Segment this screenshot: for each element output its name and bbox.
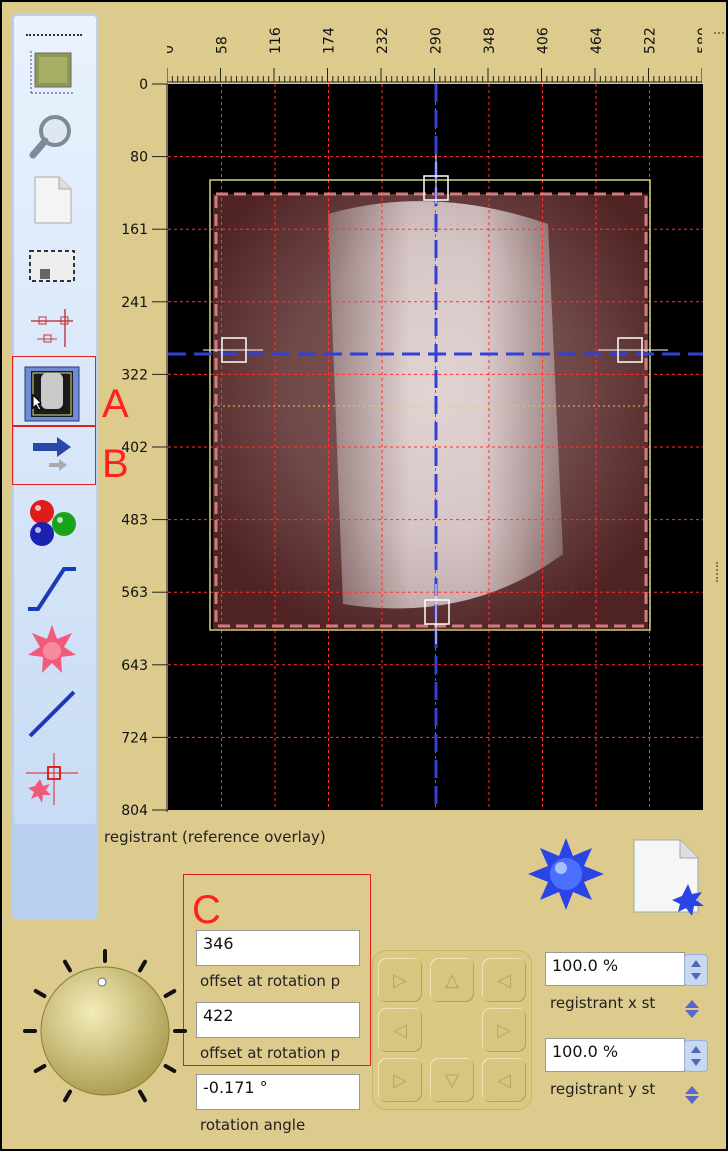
ruler-x-tick-label: 464 [589,27,605,54]
nudge-down-right-button[interactable]: ◁ [482,1058,526,1102]
ruler-x-tick-label: 290 [429,27,445,54]
blue-star-icon[interactable] [526,836,606,912]
ruler-x-tick-label: 232 [375,27,391,54]
ruler-y-tick-label: 724 [121,730,148,746]
offset-x-input[interactable]: 346 [196,930,360,966]
nudge-up-left-button[interactable]: ▷ [378,958,422,1002]
offset-x-label: offset at rotation p [200,972,341,990]
line-icon[interactable] [22,686,82,742]
canvas-drawing [168,84,703,810]
annotation-box-a [12,356,96,426]
nudge-pad: ▷ △ ◁ ◁ ▷ ▷ ▽ ◁ [372,950,532,1110]
crop-select-icon[interactable] [22,238,82,294]
image-thumb-icon[interactable] [22,44,82,100]
scale-y-spinner[interactable] [684,1040,708,1072]
resize-grip-right[interactable] [716,562,724,582]
ruler-y-tick-label: 643 [121,658,148,674]
rotation-angle-input[interactable]: -0.171 ° [196,1074,360,1110]
ruler-y-tick-label: 804 [121,803,148,817]
rotation-angle-label: rotation angle [200,1116,306,1134]
curve-icon[interactable] [22,559,82,615]
nudge-left-button[interactable]: ◁ [378,1008,422,1052]
offset-y-input[interactable]: 422 [196,1002,360,1038]
scale-y-input[interactable]: 100.0 % [545,1038,685,1072]
offset-y-label: offset at rotation p [200,1044,341,1062]
scale-x-label: registrant x st [550,994,656,1012]
export-page-icon[interactable] [628,836,712,916]
ruler-x-tick-label: 348 [482,27,498,54]
ruler-left: 0 80 161 241 322 402 483 563 643 724 804 [121,77,168,817]
canvas-caption: registrant (reference overlay) [104,828,326,846]
nudge-down-left-button[interactable]: ▷ [378,1058,422,1102]
nudge-up-button[interactable]: △ [430,958,474,1002]
rotation-knob[interactable] [20,946,190,1116]
app-window: A B 058116174232290348406464522580 08016… [0,0,728,1151]
nudge-right-button[interactable]: ▷ [482,1008,526,1052]
scale-x-spinner[interactable] [684,954,708,986]
point-align-icon[interactable] [22,298,82,354]
scale-x-step-icon[interactable] [682,998,702,1024]
resize-grip-top[interactable] [714,32,724,40]
scale-y-step-icon[interactable] [682,1084,702,1110]
ruler-y-tick-label: 80 [130,150,148,166]
page-icon[interactable] [22,171,82,227]
grip-icon [26,34,82,36]
annotation-box-b [12,426,96,485]
ruler-x-tick-label: 58 [215,36,231,54]
nudge-down-button[interactable]: ▽ [430,1058,474,1102]
star-burst-icon[interactable] [22,621,82,677]
ruler-x-tick-label: 522 [643,27,659,54]
ruler-x-tick-label: 580 [696,27,702,54]
image-canvas[interactable] [168,84,703,810]
ruler-y-tick-label: 483 [121,513,148,529]
magnifier-icon[interactable] [22,108,82,164]
ruler-x-tick-label: 0 [167,45,177,54]
nudge-up-right-button[interactable]: ◁ [482,958,526,1002]
ruler-top: 0 58 116 174 232 290 348 406 464 522 580 [167,27,702,83]
color-balls-icon[interactable] [22,494,82,550]
ruler-y-tick-label: 161 [121,222,148,238]
annotation-label-c: C [192,888,221,932]
ruler-x-tick-label: 116 [268,27,284,54]
scale-x-input[interactable]: 100.0 % [545,952,685,986]
ruler-x-tick-label: 406 [536,27,552,54]
ruler-y-tick-label: 402 [121,440,148,456]
ruler-y-tick-label: 563 [121,585,148,601]
ruler-x-tick-label: 174 [322,27,338,54]
scale-y-label: registrant y st [550,1080,656,1098]
crosshair-star-icon[interactable] [22,751,82,807]
ruler-y-tick-label: 0 [139,77,148,93]
ruler-y-tick-label: 241 [121,295,148,311]
ruler-y-tick-label: 322 [121,367,148,383]
